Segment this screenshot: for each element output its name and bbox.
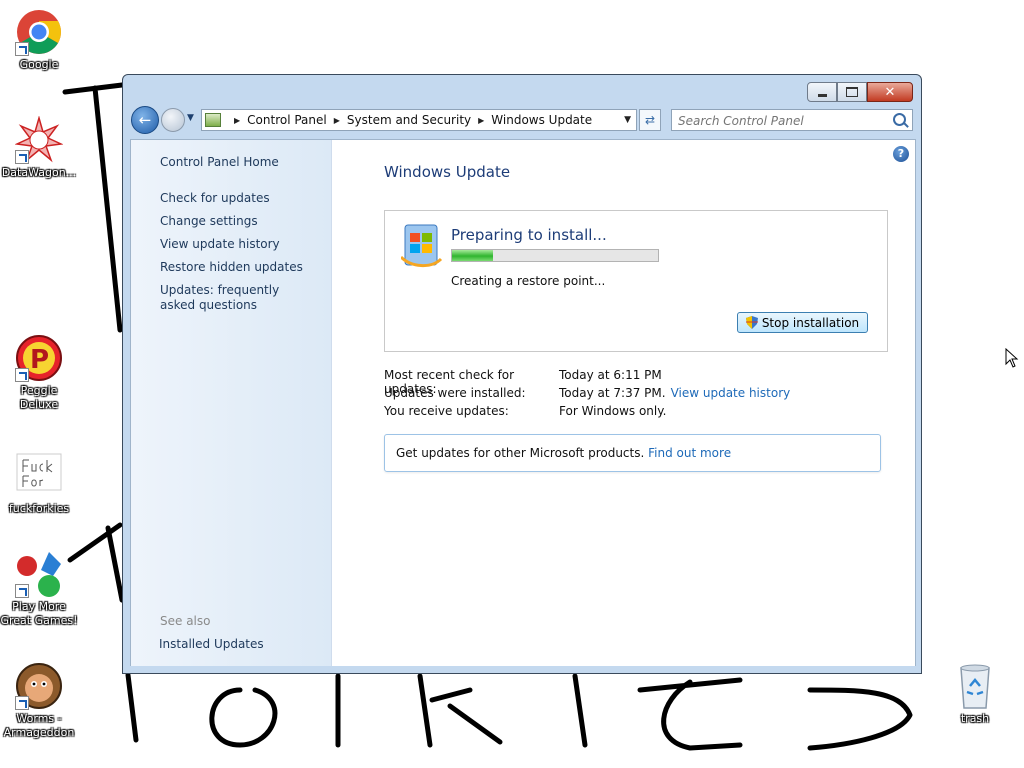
recent-check-value: Today at 6:11 PM [559, 368, 662, 382]
desktop-icon-peggle[interactable]: P Peggle Deluxe [0, 334, 78, 412]
minimize-button[interactable] [807, 82, 837, 102]
status-subtext: Creating a restore point... [451, 274, 606, 288]
stop-installation-label: Stop installation [761, 315, 860, 330]
breadcrumb-separator-icon[interactable]: ▶ [478, 116, 484, 125]
other-products-text: Get updates for other Microsoft products… [396, 446, 645, 460]
desktop-icon-datawagon[interactable]: DataWagon... [0, 115, 78, 180]
info-row: Updates were installed: Today at 7:37 PM… [384, 386, 790, 404]
arrow-left-icon: ← [138, 111, 152, 129]
find-out-more-link[interactable]: Find out more [648, 446, 731, 460]
datawagon-icon [14, 115, 64, 164]
windows-update-window[interactable]: ✕ ← ▼ ▶ Control Panel ▶ System and Secur… [122, 74, 922, 674]
left-pane: Control Panel Home Check for updates Cha… [131, 140, 332, 666]
desktop-icon-google[interactable]: Google [0, 8, 78, 72]
install-progress-bar [451, 249, 659, 262]
other-products-panel: Get updates for other Microsoft products… [384, 434, 881, 472]
mouse-cursor-icon [1005, 348, 1019, 368]
breadcrumb-system-security[interactable]: System and Security [347, 113, 471, 127]
navigation-bar: ← ▼ ▶ Control Panel ▶ System and Securit… [131, 105, 913, 135]
shortcut-arrow-icon [15, 150, 29, 164]
update-status-panel: Preparing to install... Creating a resto… [384, 210, 888, 352]
address-bar[interactable]: ▶ Control Panel ▶ System and Security ▶ … [201, 109, 637, 131]
chrome-icon [15, 8, 63, 56]
back-button[interactable]: ← [131, 106, 159, 134]
see-also-heading: See also [160, 614, 211, 628]
desktop-icon-label: Worms - Armageddon [3, 712, 75, 739]
breadcrumb-separator-icon[interactable]: ▶ [334, 116, 340, 125]
search-icon[interactable] [893, 113, 906, 126]
shortcut-arrow-icon [15, 42, 29, 56]
desktop-icon-label: Google [19, 58, 59, 71]
sidebar-item-view-update-history[interactable]: View update history [160, 237, 280, 252]
desktop-icon-label: Play More Great Games! [0, 600, 78, 627]
sidebar-item-control-panel-home[interactable]: Control Panel Home [160, 155, 279, 170]
desktop-icon-label: trash [960, 712, 990, 725]
page-title: Windows Update [384, 163, 511, 181]
search-input[interactable] [678, 112, 888, 130]
control-panel-icon [205, 113, 221, 127]
desktop-icon-label: fuckforkies [8, 502, 70, 515]
shortcut-arrow-icon [15, 584, 29, 598]
installed-label: Updates were installed: [384, 386, 526, 400]
forward-button[interactable] [161, 108, 185, 132]
desktop-icon-games[interactable]: Play More Great Games! [0, 550, 78, 628]
windows-update-icon [399, 223, 443, 271]
shortcut-arrow-icon [15, 368, 29, 382]
sidebar-item-updates-faq[interactable]: Updates: frequently asked questions [160, 283, 310, 313]
refresh-icon: ⇄ [644, 113, 656, 127]
install-progress-fill [452, 250, 494, 261]
breadcrumb-control-panel[interactable]: Control Panel [247, 113, 327, 127]
peggle-icon: P [15, 334, 63, 382]
breadcrumb-windows-update[interactable]: Windows Update [491, 113, 592, 127]
content-area: Control Panel Home Check for updates Cha… [130, 139, 916, 666]
fuckforkies-icon [15, 452, 63, 500]
help-button[interactable]: ? [893, 146, 909, 162]
stop-installation-button[interactable]: Stop installation [737, 312, 868, 333]
recent-check-label: Most recent check for updates: [384, 368, 515, 396]
maximize-icon [846, 87, 858, 97]
desktop-icon-fuckforkies[interactable]: fuckforkies [0, 452, 78, 516]
info-row: Most recent check for updates: Today at … [384, 368, 790, 396]
desktop-icon-label: Peggle Deluxe [19, 384, 59, 411]
status-title: Preparing to install... [451, 226, 607, 244]
desktop-icon-worms[interactable]: Worms - Armageddon [0, 662, 78, 740]
maximize-button[interactable] [837, 82, 867, 102]
receive-value: For Windows only. [559, 404, 667, 418]
recycle-bin-icon [951, 662, 999, 710]
recent-pages-dropdown[interactable]: ▼ [187, 113, 194, 123]
search-box[interactable] [671, 109, 913, 131]
shortcut-arrow-icon [15, 696, 29, 710]
main-pane: ? Windows Update Preparing to install... [332, 140, 915, 666]
update-info: Most recent check for updates: Today at … [384, 368, 790, 422]
worms-icon [15, 662, 63, 710]
minimize-icon [817, 93, 827, 97]
receive-label: You receive updates: [384, 404, 509, 418]
desktop-icon-label: DataWagon... [1, 166, 77, 179]
svg-text:P: P [30, 345, 49, 375]
installed-value: Today at 7:37 PM. [559, 386, 666, 400]
info-row: You receive updates: For Windows only. [384, 404, 790, 422]
desktop-icon-trash[interactable]: trash [936, 662, 1014, 726]
sidebar-item-installed-updates[interactable]: Installed Updates [159, 637, 264, 652]
sidebar-item-check-for-updates[interactable]: Check for updates [160, 191, 270, 206]
view-update-history-link[interactable]: View update history [671, 386, 791, 404]
sidebar-item-restore-hidden-updates[interactable]: Restore hidden updates [160, 260, 303, 275]
close-button[interactable]: ✕ [867, 82, 913, 102]
sidebar-item-change-settings[interactable]: Change settings [160, 214, 258, 229]
games-icon [15, 550, 63, 598]
help-icon: ? [897, 147, 905, 160]
refresh-button[interactable]: ⇄ [639, 109, 661, 131]
breadcrumb-separator-icon[interactable]: ▶ [234, 116, 240, 125]
close-icon: ✕ [884, 84, 896, 100]
shield-icon [745, 316, 758, 329]
address-dropdown-icon[interactable]: ▼ [624, 115, 631, 125]
caption-buttons: ✕ [807, 82, 913, 102]
